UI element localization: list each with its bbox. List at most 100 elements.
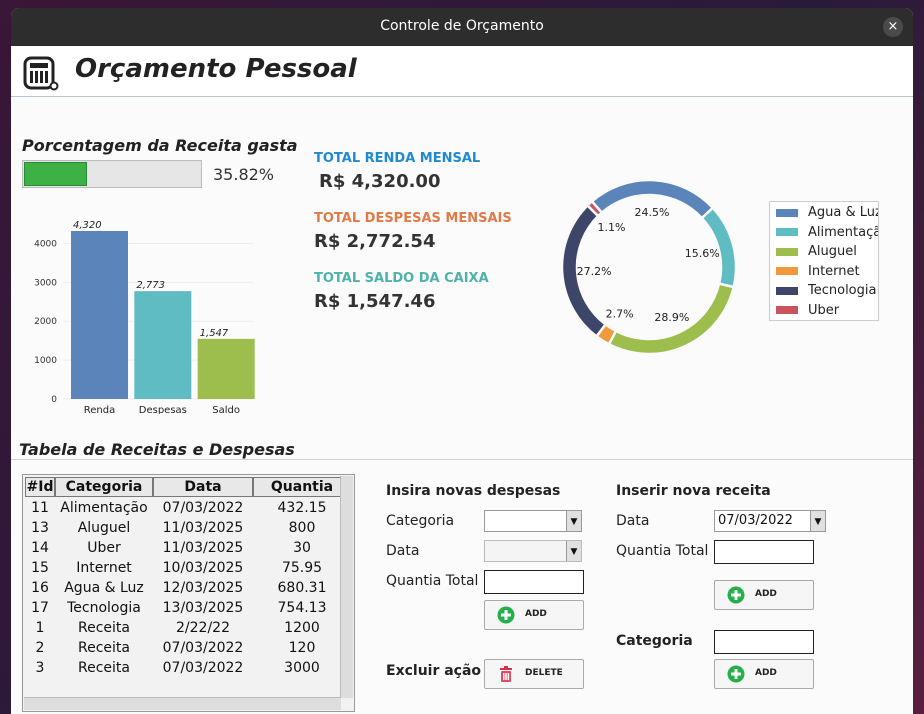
table-cell[interactable]: Receita (55, 618, 153, 638)
table-cell[interactable]: 1 (25, 618, 55, 638)
x-tick-label: Despesas (139, 405, 187, 414)
vertical-scrollbar[interactable] (340, 476, 353, 698)
table-cell[interactable]: 2/22/22 (153, 618, 253, 638)
table-cell[interactable]: 754.13 (253, 598, 351, 618)
column-header[interactable]: Categoria (55, 477, 153, 497)
legend-swatch (776, 286, 798, 295)
table-cell[interactable]: Receita (55, 658, 153, 678)
percent-text: 35.82% (213, 165, 275, 184)
app-header: Orçamento Pessoal (11, 46, 913, 97)
add-receita-button[interactable]: ADD (714, 580, 814, 610)
x-tick-label: Saldo (212, 405, 240, 414)
legend-item: Alimentaçã (776, 224, 879, 243)
table-cell[interactable]: 3 (25, 658, 55, 678)
slice-percent-label: 24.5% (634, 206, 669, 219)
window-title: Controle de Orçamento (380, 18, 544, 34)
bar (134, 291, 192, 399)
table-cell[interactable]: 13 (25, 518, 55, 538)
table-cell[interactable]: 1200 (253, 618, 351, 638)
legend-swatch (776, 306, 798, 314)
chevron-down-icon[interactable]: ▼ (566, 511, 581, 531)
despesa-data-picker[interactable]: ▼ (484, 540, 582, 562)
table-cell[interactable]: 07/03/2022 (153, 658, 253, 678)
add-icon (727, 586, 745, 604)
receita-data-picker[interactable]: 07/03/2022 ▼ (714, 510, 826, 532)
table-cell[interactable]: Alimentação (55, 498, 153, 518)
table-cell[interactable]: 14 (25, 538, 55, 558)
total-despesas-value: R$ 2,772.54 (314, 231, 436, 252)
bar-value-label: 1,547 (200, 328, 229, 339)
table-cell[interactable]: 11/03/2025 (153, 518, 253, 538)
table-cell[interactable]: 3000 (253, 658, 351, 678)
y-tick-label: 1000 (34, 356, 57, 366)
add-categoria-button[interactable]: ADD (714, 659, 814, 689)
table-cell[interactable]: Agua & Luz (55, 578, 153, 598)
table-cell[interactable]: 30 (253, 538, 351, 558)
receita-form-title: Inserir nova receita (616, 483, 771, 499)
close-button[interactable]: × (883, 17, 903, 37)
receita-quantia-label: Quantia Total (616, 543, 709, 559)
despesa-quantia-input[interactable] (484, 570, 584, 594)
add-despesa-button[interactable]: ADD (484, 600, 584, 630)
calculator-icon (23, 56, 59, 91)
percent-section-title: Porcentagem da Receita gasta (22, 136, 298, 155)
legend-label: Tecnologia (808, 283, 877, 298)
legend-swatch (776, 247, 798, 256)
table-cell[interactable]: 800 (253, 518, 351, 538)
table-cell[interactable]: 13/03/2025 (153, 598, 253, 618)
table-cell[interactable]: 16 (25, 578, 55, 598)
y-tick-label: 0 (51, 395, 57, 405)
bar-value-label: 4,320 (73, 220, 102, 231)
receita-quantia-input[interactable] (714, 540, 814, 564)
column-header[interactable]: Quantia (253, 477, 351, 497)
table-cell[interactable]: Aluguel (55, 518, 153, 538)
total-renda-value: R$ 4,320.00 (319, 171, 441, 192)
legend-label: Uber (808, 302, 840, 318)
add-receita-label: ADD (755, 589, 777, 599)
main-content: Orçamento Pessoal Porcentagem da Receita… (11, 46, 913, 714)
table-cell[interactable]: 15 (25, 558, 55, 578)
table-cell[interactable]: 75.95 (253, 558, 351, 578)
expense-donut-chart: 24.5% 15.6% 28.9% 2.7% 27.2% 1.1% (560, 178, 738, 356)
transactions-table[interactable]: #Id Categoria Data Quantia 11 Alimentação 07/0… (22, 474, 355, 712)
table-cell[interactable]: 120 (253, 638, 351, 658)
bar (197, 338, 255, 399)
x-tick-label: Renda (84, 405, 115, 414)
table-cell[interactable]: 11 (25, 498, 55, 518)
table-cell[interactable]: 12/03/2025 (153, 578, 253, 598)
column-header[interactable]: #Id (25, 477, 55, 497)
y-tick-label: 4000 (34, 239, 57, 249)
legend-item: Aluguel (776, 244, 857, 262)
bar (71, 231, 128, 399)
table-cell[interactable]: Tecnologia (55, 598, 153, 618)
chevron-down-icon[interactable]: ▼ (566, 541, 581, 561)
table-cell[interactable]: 11/03/2025 (153, 538, 253, 558)
table-cell[interactable]: 680.31 (253, 578, 351, 598)
table-cell[interactable]: 07/03/2022 (153, 638, 253, 658)
y-tick-label: 2000 (34, 317, 57, 327)
legend-swatch (776, 267, 798, 275)
table-cell[interactable]: 2 (25, 638, 55, 658)
table-cell[interactable]: 07/03/2022 (153, 498, 253, 518)
table-cell[interactable]: 17 (25, 598, 55, 618)
delete-button[interactable]: DELETE (484, 659, 584, 689)
legend-item: Internet (776, 264, 860, 282)
horizontal-scrollbar[interactable] (24, 697, 341, 710)
table-cell[interactable]: 10/03/2025 (153, 558, 253, 578)
table-cell[interactable]: Internet (55, 558, 153, 578)
despesa-categoria-select[interactable]: ▼ (484, 510, 582, 532)
column-header[interactable]: Data (153, 477, 253, 497)
add-categoria-label: ADD (755, 668, 777, 678)
chevron-down-icon[interactable]: ▼ (810, 511, 825, 531)
table-cell[interactable]: Receita (55, 638, 153, 658)
table-cell[interactable]: Uber (55, 538, 153, 558)
categoria-input[interactable] (714, 630, 814, 654)
summary-bar-chart: 0 1000 2000 3000 4000 4,320 Renda 2,773 Despesas… (34, 220, 255, 414)
legend-item: Agua & Luz (776, 205, 878, 223)
receita-data-value: 07/03/2022 (718, 513, 793, 528)
receita-data-label: Data (616, 513, 650, 529)
legend-label: Alimentaçã (808, 224, 879, 240)
add-icon (727, 665, 745, 683)
table-cell[interactable]: 432.15 (253, 498, 351, 518)
expense-progress-bar (22, 160, 202, 188)
